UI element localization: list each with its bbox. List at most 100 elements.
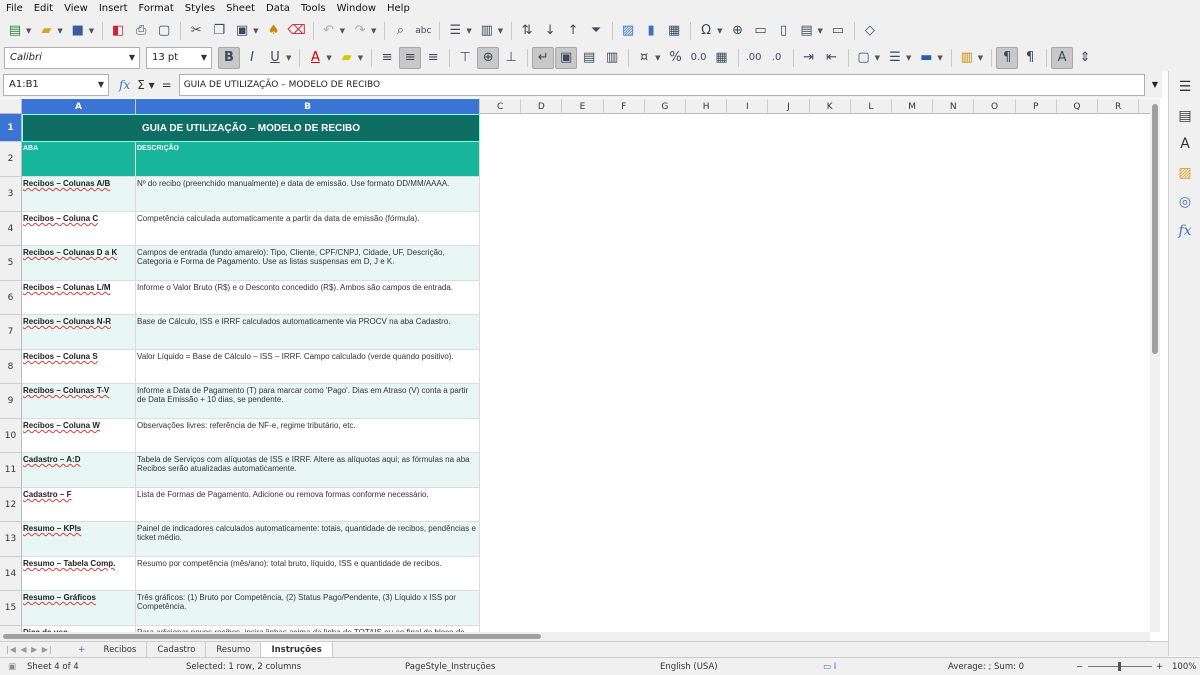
row-header[interactable]: 5	[0, 246, 22, 281]
font-color-icon[interactable]: A	[304, 47, 326, 69]
borders-icon[interactable]: ▢	[853, 47, 875, 69]
cell-descricao[interactable]: Painel de indicadores calculados automat…	[136, 522, 480, 557]
headers-footers-icon[interactable]: ▯	[773, 20, 795, 42]
paste-icon[interactable]: ▣	[231, 20, 253, 42]
menu-item-window[interactable]: Window	[337, 3, 376, 14]
border-color-dropdown-icon[interactable]: ▼	[937, 54, 942, 62]
column-header-b[interactable]: B	[136, 99, 480, 114]
column-header-i[interactable]: I	[727, 99, 769, 114]
increase-indent-icon[interactable]: ⇥	[798, 47, 820, 69]
menu-item-view[interactable]: View	[64, 3, 88, 14]
vertical-text-icon[interactable]: A	[1051, 46, 1074, 69]
border-color-icon[interactable]: ▬	[915, 47, 937, 69]
cell-aba[interactable]: Recibos – Colunas A/B	[22, 177, 136, 212]
menu-item-edit[interactable]: Edit	[34, 3, 53, 14]
delete-decimal-icon[interactable]: .0	[766, 47, 788, 69]
add-sheet-icon[interactable]: +	[70, 645, 94, 655]
column-header-h[interactable]: H	[686, 99, 728, 114]
text-direction-ltr-icon[interactable]: ¶	[996, 46, 1019, 69]
functions-icon[interactable]: fx	[1175, 221, 1195, 241]
tab-navigation-icons[interactable]: |◀ ◀ ▶ ▶|	[0, 645, 70, 654]
cell-descricao[interactable]: Observações livres: referência de NF-e, …	[136, 419, 480, 453]
add-decimal-icon[interactable]: .00	[743, 47, 765, 69]
column-header-n[interactable]: N	[933, 99, 975, 114]
conditional-dropdown-icon[interactable]: ▼	[978, 54, 983, 62]
zoom-in-icon[interactable]: +	[1156, 662, 1163, 672]
menu-item-help[interactable]: Help	[387, 3, 410, 14]
open-dropdown-icon[interactable]: ▼	[57, 27, 62, 35]
formula-input[interactable]: GUIA DE UTILIZAÇÃO – MODELO DE RECIBO	[178, 73, 1145, 96]
sidebar-menu-icon[interactable]: ☰	[1175, 77, 1195, 97]
column-header-j[interactable]: J	[768, 99, 810, 114]
column-header-e[interactable]: E	[562, 99, 604, 114]
highlight-dropdown-icon[interactable]: ▼	[358, 54, 363, 62]
row-header[interactable]: 13	[0, 522, 22, 557]
cell-aba[interactable]: Recibos – Coluna W	[22, 419, 136, 453]
row-dropdown-icon[interactable]: ▼	[466, 27, 471, 35]
cut-icon[interactable]: ✂	[185, 20, 207, 42]
cell-aba[interactable]: Recibos – Coluna S	[22, 350, 136, 384]
column-dropdown-icon[interactable]: ▼	[498, 27, 503, 35]
row-header[interactable]: 2	[0, 142, 22, 177]
special-character-icon[interactable]: Ω	[695, 20, 717, 42]
cell-descricao[interactable]: Base de Cálculo, ISS e IRRF calculados a…	[136, 315, 480, 350]
gallery-icon[interactable]: ▨	[1175, 163, 1195, 183]
open-icon[interactable]: ▰	[35, 20, 57, 42]
menu-item-insert[interactable]: Insert	[99, 3, 128, 14]
selection-mode-icon[interactable]: ▭ I	[823, 662, 836, 672]
clear-formatting-icon[interactable]: ⌫	[286, 20, 308, 42]
clone-formatting-icon[interactable]: ♠	[263, 20, 285, 42]
font-color-dropdown-icon[interactable]: ▼	[326, 54, 331, 62]
font-size-box[interactable]: 13 pt ▼	[146, 46, 212, 69]
cell-descricao[interactable]: Competência calculada automaticamente a …	[136, 212, 480, 246]
horizontal-scrollbar[interactable]	[0, 632, 1150, 641]
export-pdf-icon[interactable]: ◧	[107, 20, 129, 42]
comment-icon[interactable]: ▭	[750, 20, 772, 42]
column-header-a[interactable]: A	[22, 99, 136, 114]
sort-descending-icon[interactable]: ↑	[562, 20, 584, 42]
new-icon[interactable]: ▤	[4, 20, 26, 42]
cell-descricao[interactable]: Informe o Valor Bruto (R$) e o Desconto …	[136, 281, 480, 315]
sheet-tab[interactable]: Recibos	[94, 642, 148, 657]
percent-format-icon[interactable]: %	[665, 47, 687, 69]
status-summary[interactable]: Average: ; Sum: 0	[948, 662, 1024, 672]
row-header[interactable]: 8	[0, 350, 22, 384]
wrap-text-icon[interactable]: ↵	[532, 46, 555, 69]
currency-format-icon[interactable]: ¤	[633, 47, 655, 69]
borders-dropdown-icon[interactable]: ▼	[875, 54, 880, 62]
cell-aba[interactable]: Cadastro – F	[22, 488, 136, 522]
cell-aba[interactable]: Recibos – Colunas L/M	[22, 281, 136, 315]
column-header-q[interactable]: Q	[1057, 99, 1098, 114]
cell-aba[interactable]: Recibos – Colunas T-V	[22, 384, 136, 419]
bold-icon[interactable]: B	[218, 46, 240, 69]
text-orientation-icon[interactable]: ⇕	[1074, 47, 1096, 69]
align-bottom-icon[interactable]: ⊥	[500, 47, 522, 69]
conditional-format-icon[interactable]: ▥	[956, 47, 978, 69]
row-header[interactable]: 1	[0, 114, 22, 142]
undo-dropdown-icon[interactable]: ▼	[340, 27, 345, 35]
insert-chart-icon[interactable]: ▮	[640, 20, 662, 42]
italic-icon[interactable]: I	[241, 47, 263, 69]
spelling-icon[interactable]: abc	[412, 20, 434, 42]
sum-icon[interactable]: Σ ▾	[137, 78, 154, 92]
paste-dropdown-icon[interactable]: ▼	[253, 27, 258, 35]
undo-icon[interactable]: ↶	[318, 20, 340, 42]
cell-descricao[interactable]: Resumo por competência (mês/ano): total …	[136, 557, 480, 591]
align-top-icon[interactable]: ⊤	[454, 47, 476, 69]
save-dropdown-icon[interactable]: ▼	[89, 27, 94, 35]
column-header-d[interactable]: D	[521, 99, 563, 114]
print-area-dropdown-icon[interactable]: ▼	[818, 27, 823, 35]
cell-descricao[interactable]: Valor Líquido = Base de Cálculo – ISS – …	[136, 350, 480, 384]
cell-aba[interactable]: Resumo – Gráficos	[22, 591, 136, 626]
decrease-indent-icon[interactable]: ⇤	[821, 47, 843, 69]
hyperlink-icon[interactable]: ⊕	[727, 20, 749, 42]
row-header[interactable]: 4	[0, 212, 22, 246]
border-style-icon[interactable]: ☰	[884, 47, 906, 69]
horizontal-scroll-thumb[interactable]	[3, 634, 541, 639]
header-cell-descricao[interactable]: DESCRIÇÃO	[136, 142, 480, 177]
row-header[interactable]: 14	[0, 557, 22, 591]
vertical-scrollbar[interactable]	[1150, 99, 1160, 632]
sheet-tab[interactable]: Resumo	[206, 642, 262, 657]
define-print-area-icon[interactable]: ▤	[796, 20, 818, 42]
header-cell-aba[interactable]: ABA	[22, 142, 136, 177]
